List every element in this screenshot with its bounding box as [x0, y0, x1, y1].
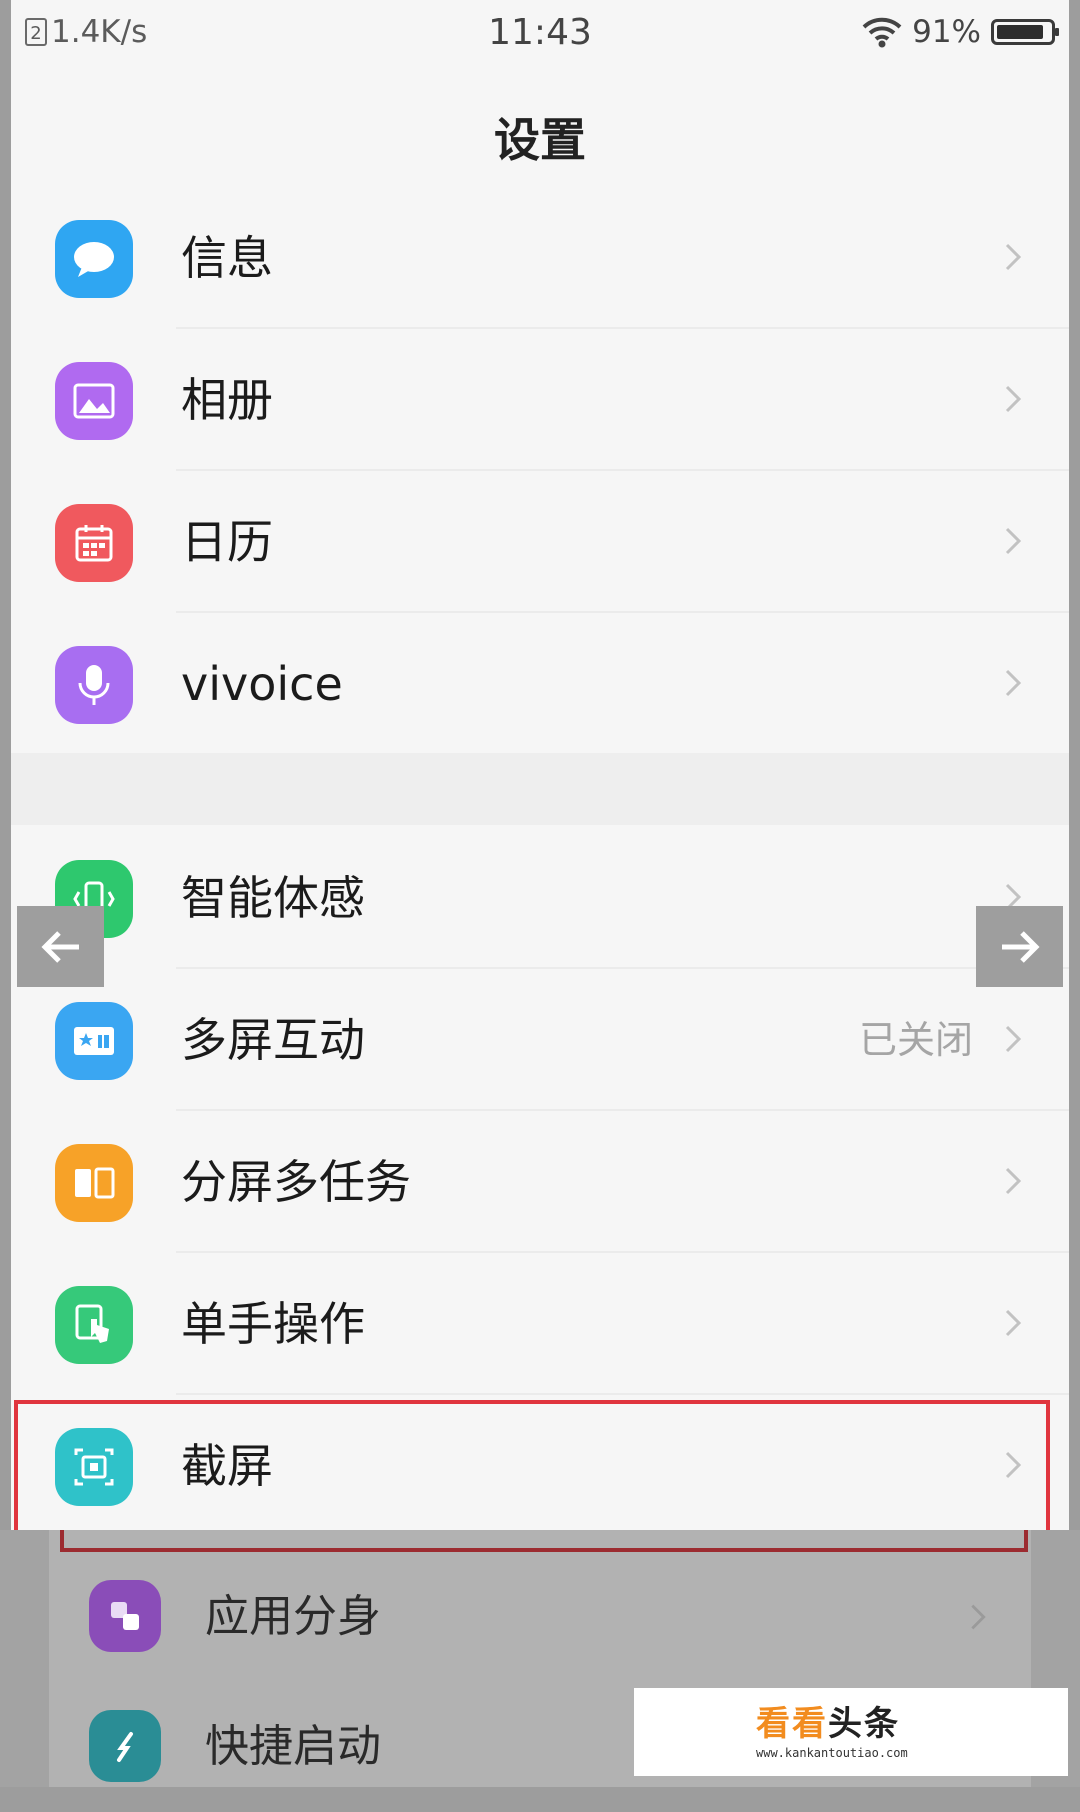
arrow-right-icon [1001, 930, 1040, 963]
screenshot-highlight-box [14, 1400, 1050, 1548]
settings-item-split-screen[interactable]: 分屏多任务 [11, 1111, 1069, 1253]
settings-item-label: 应用分身 [205, 1591, 381, 1642]
chevron-right-icon [1005, 1167, 1022, 1195]
status-right: 91% [862, 14, 1059, 50]
chevron-right-icon [1005, 385, 1022, 413]
battery-icon [991, 19, 1059, 45]
album-icon [55, 362, 133, 440]
prev-arrow-button[interactable] [17, 906, 104, 987]
wifi-icon [862, 17, 902, 48]
settings-item-label: 分屏多任务 [181, 1155, 411, 1209]
settings-item-smart-motion[interactable]: 智能体感 [11, 827, 1069, 969]
watermark: 看看头条 www.kankantoutiao.com [634, 1688, 1068, 1776]
arrow-left-icon [40, 930, 79, 963]
chevron-right-icon [1005, 669, 1022, 697]
settings-item-label: 相册 [181, 373, 273, 427]
chevron-right-icon [1005, 243, 1022, 271]
multi-screen-icon [55, 1002, 133, 1080]
status-bar: 2 1.4K/s 11:43 91% [11, 0, 1069, 66]
watermark-brand-dark: 头条 [828, 1704, 900, 1744]
settings-item-label: 智能体感 [181, 871, 365, 925]
settings-item-multi-screen[interactable]: 多屏互动 已关闭 [11, 969, 1069, 1111]
split-screen-icon [55, 1144, 133, 1222]
microphone-icon [55, 646, 133, 724]
quick-launch-icon [89, 1710, 161, 1782]
settings-item-label: 多屏互动 [181, 1013, 365, 1067]
settings-item-label: 快捷启动 [205, 1721, 381, 1772]
watermark-brand-orange: 看看 [756, 1704, 828, 1744]
chevron-right-icon [1005, 1025, 1022, 1053]
settings-item-album[interactable]: 相册 [11, 329, 1069, 471]
settings-item-messages[interactable]: 信息 [11, 187, 1069, 329]
watermark-logo: 看看头条 [756, 1696, 900, 1745]
chevron-right-icon [1005, 527, 1022, 555]
settings-item-label: 日历 [181, 515, 273, 569]
settings-item-label: 单手操作 [181, 1297, 365, 1351]
battery-percent: 91% [912, 14, 981, 50]
settings-item-vivoice[interactable]: vivoice [11, 613, 1069, 755]
settings-item-app-clone[interactable]: 应用分身 [49, 1552, 1031, 1682]
settings-item-one-hand[interactable]: 单手操作 [11, 1253, 1069, 1395]
watermark-url: www.kankantoutiao.com [756, 1746, 908, 1760]
screenshot-highlight-box-lower [60, 1530, 1028, 1552]
chevron-right-icon [971, 1604, 986, 1630]
calendar-icon [55, 504, 133, 582]
message-icon [55, 220, 133, 298]
next-arrow-button[interactable] [976, 906, 1063, 987]
page-title: 设置 [494, 113, 586, 167]
chevron-right-icon [1005, 1309, 1022, 1337]
one-hand-icon [55, 1286, 133, 1364]
settings-item-label: 信息 [181, 231, 273, 285]
settings-item-calendar[interactable]: 日历 [11, 471, 1069, 613]
section-gap [11, 753, 1069, 825]
settings-screen: 2 1.4K/s 11:43 91% 设置 信息 相册 日历 vivoice 智… [11, 0, 1069, 1530]
settings-item-status: 已关闭 [858, 1018, 973, 1062]
settings-item-label: vivoice [181, 657, 343, 711]
app-clone-icon [89, 1580, 161, 1652]
